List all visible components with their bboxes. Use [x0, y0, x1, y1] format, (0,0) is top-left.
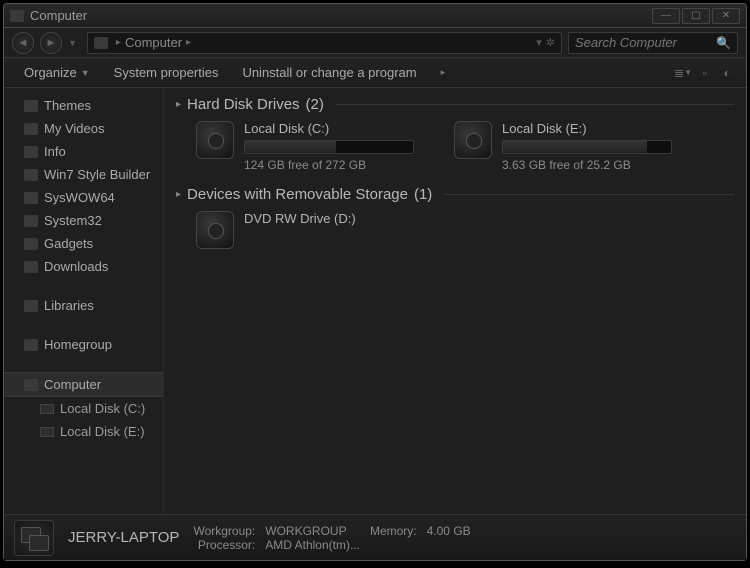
- drive-local-disk-e[interactable]: Local Disk (E:) 3.63 GB free of 25.2 GB: [454, 121, 672, 172]
- search-icon: 🔍: [716, 36, 731, 50]
- window-title: Computer: [30, 8, 87, 23]
- organize-button[interactable]: Organize ▼: [12, 61, 102, 84]
- back-button[interactable]: ◄: [12, 32, 34, 54]
- folder-icon: [24, 215, 38, 227]
- maximize-button[interactable]: ▢: [682, 8, 710, 24]
- drive-free-text: 3.63 GB free of 25.2 GB: [502, 158, 672, 172]
- chevron-right-icon: ▸: [116, 37, 121, 48]
- computer-icon: [24, 379, 38, 391]
- help-icon[interactable]: ◐: [716, 63, 738, 83]
- address-bar[interactable]: ▸ Computer ▸ ▾ ✲: [87, 32, 562, 54]
- processor-label: Processor:: [193, 538, 255, 552]
- computer-name: JERRY-LAPTOP: [68, 529, 179, 546]
- history-dropdown-icon[interactable]: ▼: [68, 38, 77, 48]
- minimize-button[interactable]: —: [652, 8, 680, 24]
- toolbar: Organize ▼ System properties Uninstall o…: [4, 58, 746, 88]
- search-box[interactable]: 🔍: [568, 32, 738, 54]
- drive-icon: [40, 427, 54, 437]
- drive-free-text: 124 GB free of 272 GB: [244, 158, 414, 172]
- chevron-right-icon: ▸: [186, 37, 191, 48]
- sidebar-item-computer[interactable]: Computer: [4, 372, 163, 397]
- usage-bar: [244, 140, 414, 154]
- computer-large-icon: [14, 520, 54, 556]
- chevron-down-icon: ▼: [81, 68, 90, 78]
- sidebar-item-system32[interactable]: System32: [4, 209, 163, 232]
- sidebar-item-info[interactable]: Info: [4, 140, 163, 163]
- divider: [444, 194, 734, 195]
- drive-dvd-rw-d[interactable]: DVD RW Drive (D:): [196, 211, 356, 249]
- system-properties-button[interactable]: System properties: [102, 61, 231, 84]
- sidebar-item-win7-style-builder[interactable]: Win7 Style Builder: [4, 163, 163, 186]
- optical-drive-icon: [196, 211, 234, 249]
- sidebar-item-syswow64[interactable]: SysWOW64: [4, 186, 163, 209]
- address-dropdown-icon[interactable]: ▾: [536, 36, 542, 49]
- hard-drive-icon: [454, 121, 492, 159]
- sidebar-item-downloads[interactable]: Downloads: [4, 255, 163, 278]
- libraries-icon: [24, 300, 38, 312]
- drive-label: DVD RW Drive (D:): [244, 211, 356, 226]
- details-pane: JERRY-LAPTOP Workgroup: WORKGROUP Memory…: [4, 514, 746, 560]
- uninstall-program-button[interactable]: Uninstall or change a program: [230, 61, 428, 84]
- forward-button[interactable]: ►: [40, 32, 62, 54]
- folder-icon: [24, 238, 38, 250]
- folder-icon: [24, 123, 38, 135]
- drive-label: Local Disk (E:): [502, 121, 672, 136]
- titlebar: Computer — ▢ ✕: [4, 4, 746, 28]
- folder-icon: [24, 261, 38, 273]
- memory-value: 4.00 GB: [427, 524, 471, 538]
- folder-icon: [24, 192, 38, 204]
- drive-label: Local Disk (C:): [244, 121, 414, 136]
- sidebar-item-local-disk-c[interactable]: Local Disk (C:): [4, 397, 163, 420]
- content-pane: ▸ Hard Disk Drives (2) Local Disk (C:) 1…: [164, 88, 746, 514]
- close-button[interactable]: ✕: [712, 8, 740, 24]
- sidebar-item-local-disk-e[interactable]: Local Disk (E:): [4, 420, 163, 443]
- address-row: ◄ ► ▼ ▸ Computer ▸ ▾ ✲ 🔍: [4, 28, 746, 58]
- organize-label: Organize: [24, 65, 77, 80]
- sidebar-item-homegroup[interactable]: Homegroup: [4, 333, 163, 356]
- folder-icon: [24, 146, 38, 158]
- usage-bar: [502, 140, 672, 154]
- sidebar-item-gadgets[interactable]: Gadgets: [4, 232, 163, 255]
- sidebar-item-libraries[interactable]: Libraries: [4, 294, 163, 317]
- processor-value: AMD Athlon(tm)...: [265, 538, 360, 552]
- toolbar-overflow-icon[interactable]: ▸: [429, 63, 458, 82]
- sidebar-item-my-videos[interactable]: My Videos: [4, 117, 163, 140]
- workgroup-label: Workgroup:: [193, 524, 255, 538]
- folder-icon: [24, 100, 38, 112]
- explorer-window: Computer — ▢ ✕ ◄ ► ▼ ▸ Computer ▸ ▾ ✲ 🔍: [3, 3, 747, 561]
- computer-icon: [94, 37, 108, 49]
- drive-local-disk-c[interactable]: Local Disk (C:) 124 GB free of 272 GB: [196, 121, 414, 172]
- divider: [336, 104, 734, 105]
- app-icon: [10, 10, 24, 22]
- breadcrumb-item[interactable]: Computer: [125, 35, 182, 50]
- homegroup-icon: [24, 339, 38, 351]
- refresh-icon[interactable]: ✲: [546, 36, 555, 49]
- hard-drive-icon: [196, 121, 234, 159]
- search-input[interactable]: [575, 35, 712, 50]
- preview-pane-icon[interactable]: ▫: [694, 63, 716, 83]
- memory-label: Memory:: [370, 524, 417, 538]
- collapse-icon: ▸: [176, 99, 181, 110]
- view-options-icon[interactable]: ≣ ▼: [672, 63, 694, 83]
- group-header-hard-disks[interactable]: ▸ Hard Disk Drives (2): [176, 96, 734, 113]
- drive-icon: [40, 404, 54, 414]
- navigation-pane: Themes My Videos Info Win7 Style Builder…: [4, 88, 164, 514]
- collapse-icon: ▸: [176, 189, 181, 200]
- sidebar-item-themes[interactable]: Themes: [4, 94, 163, 117]
- folder-icon: [24, 169, 38, 181]
- workgroup-value: WORKGROUP: [265, 524, 360, 538]
- group-header-removable[interactable]: ▸ Devices with Removable Storage (1): [176, 186, 734, 203]
